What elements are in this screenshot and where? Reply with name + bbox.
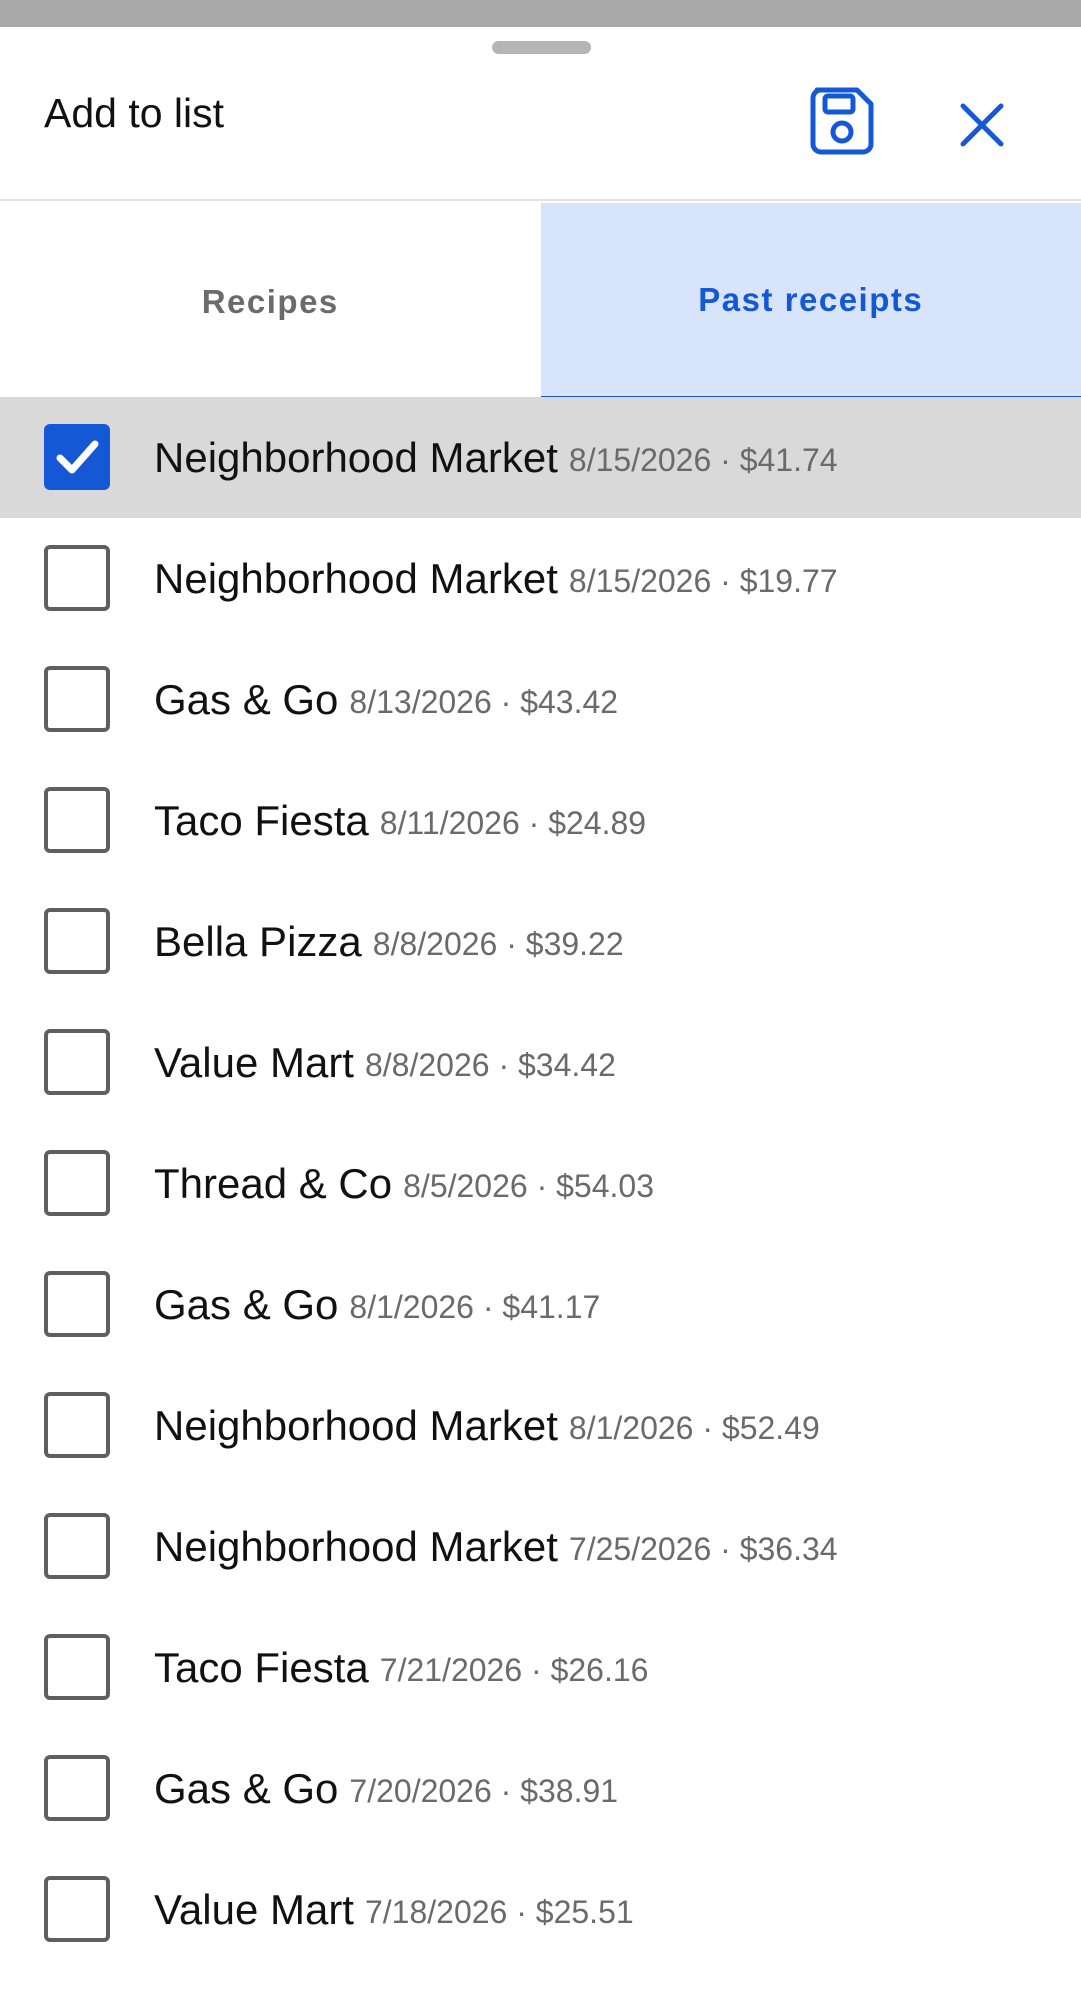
receipt-checkbox[interactable] [44, 1513, 110, 1579]
close-icon [959, 102, 1005, 153]
tab-past-receipts[interactable]: Past receipts [540, 203, 1081, 401]
receipt-store-name: Gas & Go [154, 1764, 339, 1812]
receipt-text: Neighborhood Market 8/15/2026 · $19.77 [154, 518, 838, 639]
receipt-list: Neighborhood Market 8/15/2026 · $41.74 Nei… [0, 397, 1081, 1970]
tab-bar: Recipes Past receipts [0, 203, 1081, 401]
receipt-text: Neighborhood Market 8/15/2026 · $41.74 [154, 397, 838, 518]
receipt-date-total: 8/8/2026 · $39.22 [372, 926, 624, 962]
receipt-text: Thread & Co 8/5/2026 · $54.03 [154, 1123, 654, 1244]
receipt-row[interactable]: Neighborhood Market 8/1/2026 · $52.49 [0, 1365, 1081, 1486]
receipt-date-total: 8/15/2026 · $41.74 [568, 442, 838, 478]
receipt-text: Neighborhood Market 7/25/2026 · $36.34 [154, 1486, 838, 1607]
save-icon [807, 86, 877, 161]
receipt-date-total: 8/11/2026 · $24.89 [379, 805, 647, 841]
receipt-checkbox[interactable] [44, 1755, 110, 1821]
receipt-store-name: Gas & Go [154, 1280, 339, 1328]
receipt-text: Value Mart 7/18/2026 · $25.51 [154, 1849, 634, 1970]
receipt-date-total: 8/15/2026 · $19.77 [568, 563, 838, 599]
receipt-checkbox[interactable] [44, 1876, 110, 1942]
tab-recipes[interactable]: Recipes [0, 203, 541, 401]
receipt-date-total: 8/8/2026 · $34.42 [364, 1047, 616, 1083]
receipt-store-name: Taco Fiesta [154, 1643, 369, 1691]
receipt-checkbox[interactable] [44, 787, 110, 853]
checkmark-icon [56, 440, 99, 474]
receipt-text: Taco Fiesta 7/21/2026 · $26.16 [154, 1607, 648, 1728]
receipt-row[interactable]: Value Mart 8/8/2026 · $34.42 [0, 1002, 1081, 1123]
receipt-store-name: Neighborhood Market [154, 1522, 558, 1570]
receipt-text: Gas & Go 7/20/2026 · $38.91 [154, 1728, 618, 1849]
sheet-title: Add to list [44, 90, 225, 136]
receipt-row[interactable]: Bella Pizza 8/8/2026 · $39.22 [0, 881, 1081, 1002]
receipt-date-total: 7/20/2026 · $38.91 [349, 1773, 619, 1809]
receipt-row[interactable]: Taco Fiesta 8/11/2026 · $24.89 [0, 760, 1081, 881]
receipt-row[interactable]: Gas & Go 7/20/2026 · $38.91 [0, 1728, 1081, 1849]
close-button[interactable] [942, 87, 1022, 167]
receipt-row[interactable]: Value Mart 7/18/2026 · $25.51 [0, 1849, 1081, 1970]
receipt-text: Gas & Go 8/13/2026 · $43.42 [154, 639, 618, 760]
receipt-text: Taco Fiesta 8/11/2026 · $24.89 [154, 760, 646, 881]
receipt-checkbox[interactable] [44, 1634, 110, 1700]
receipt-text: Value Mart 8/8/2026 · $34.42 [154, 1002, 616, 1123]
receipt-text: Gas & Go 8/1/2026 · $41.17 [154, 1244, 600, 1365]
receipt-store-name: Taco Fiesta [154, 796, 369, 844]
receipt-text: Bella Pizza 8/8/2026 · $39.22 [154, 881, 624, 1002]
receipt-checkbox[interactable] [44, 908, 110, 974]
receipt-date-total: 8/13/2026 · $43.42 [349, 684, 619, 720]
receipt-store-name: Value Mart [154, 1038, 354, 1086]
receipt-checkbox[interactable] [44, 666, 110, 732]
receipt-store-name: Bella Pizza [154, 917, 362, 965]
sheet-header: Add to list [0, 27, 1081, 201]
receipt-checkbox[interactable] [44, 545, 110, 611]
receipt-store-name: Neighborhood Market [154, 433, 558, 481]
receipt-date-total: 8/1/2026 · $41.17 [349, 1289, 601, 1325]
receipt-store-name: Gas & Go [154, 675, 339, 723]
receipt-checkbox[interactable] [44, 1029, 110, 1095]
receipt-row[interactable]: Neighborhood Market 7/25/2026 · $36.34 [0, 1486, 1081, 1607]
receipt-store-name: Value Mart [154, 1885, 354, 1933]
receipt-text: Neighborhood Market 8/1/2026 · $52.49 [154, 1365, 820, 1486]
bottom-sheet: Add to list Recipes Past receipts Neighb… [0, 27, 1081, 1999]
receipt-row[interactable]: Gas & Go 8/1/2026 · $41.17 [0, 1244, 1081, 1365]
receipt-row[interactable]: Gas & Go 8/13/2026 · $43.42 [0, 639, 1081, 760]
receipt-row[interactable]: Taco Fiesta 7/21/2026 · $26.16 [0, 1607, 1081, 1728]
receipt-store-name: Thread & Co [154, 1159, 393, 1207]
receipt-row[interactable]: Thread & Co 8/5/2026 · $54.03 [0, 1123, 1081, 1244]
receipt-store-name: Neighborhood Market [154, 1401, 558, 1449]
backdrop-strip [0, 0, 1081, 27]
receipt-date-total: 7/21/2026 · $26.16 [379, 1652, 649, 1688]
receipt-store-name: Neighborhood Market [154, 554, 558, 602]
save-button[interactable] [796, 77, 888, 169]
receipt-checkbox[interactable] [44, 1271, 110, 1337]
receipt-row[interactable]: Neighborhood Market 8/15/2026 · $19.77 [0, 518, 1081, 639]
receipt-date-total: 8/1/2026 · $52.49 [568, 1410, 820, 1446]
receipt-date-total: 7/18/2026 · $25.51 [364, 1894, 634, 1930]
receipt-date-total: 8/5/2026 · $54.03 [403, 1168, 654, 1204]
receipt-checkbox[interactable] [44, 424, 110, 490]
receipt-checkbox[interactable] [44, 1150, 110, 1216]
receipt-row[interactable]: Neighborhood Market 8/15/2026 · $41.74 [0, 397, 1081, 518]
receipt-checkbox[interactable] [44, 1392, 110, 1458]
receipt-date-total: 7/25/2026 · $36.34 [568, 1531, 838, 1567]
